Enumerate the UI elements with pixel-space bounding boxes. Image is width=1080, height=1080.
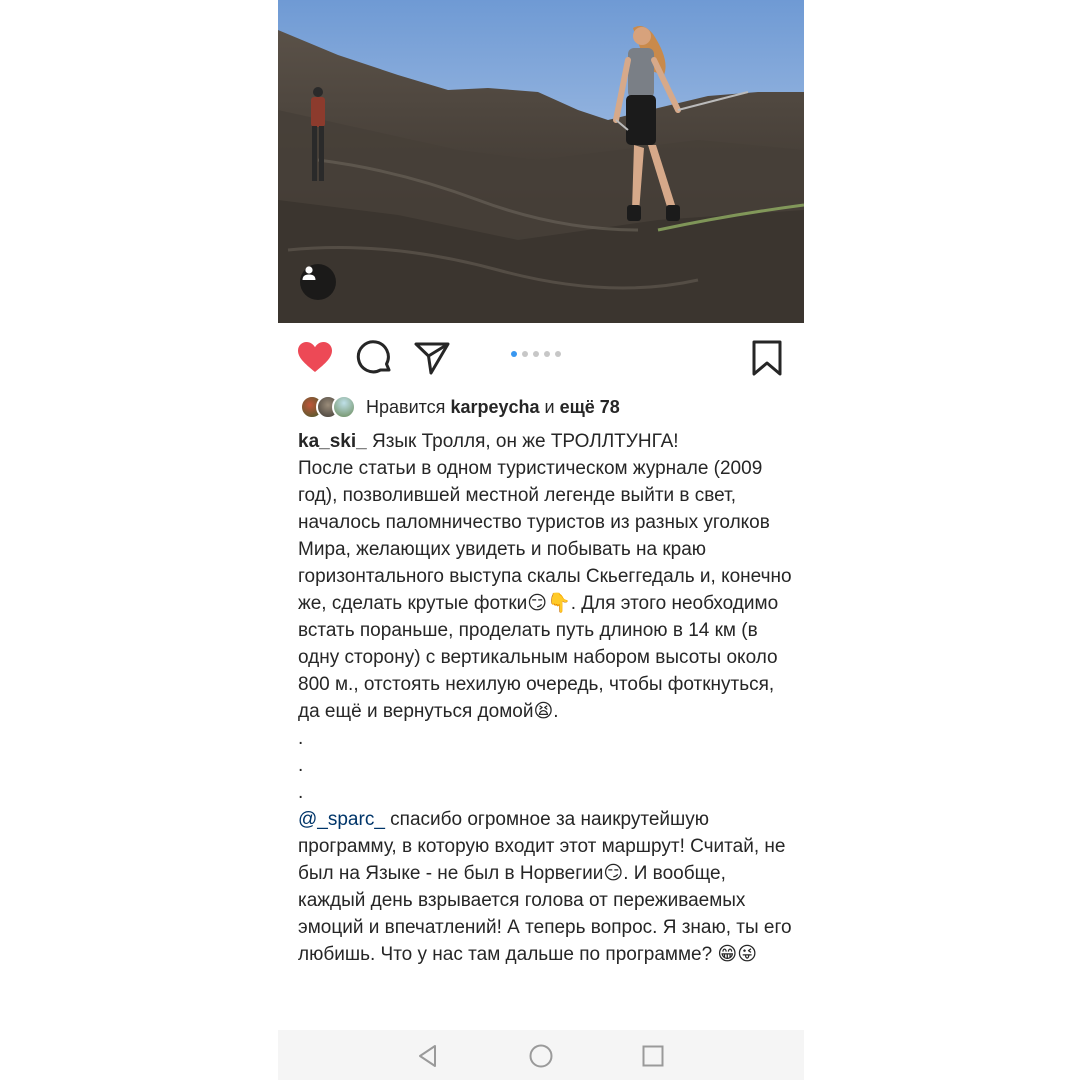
caption-paragraph-1: ka_ski_ Язык Тролля, он же ТРОЛЛТУНГА! П… [298, 428, 792, 806]
paper-plane-icon[interactable] [413, 339, 451, 377]
system-nav-bar [278, 1030, 804, 1080]
likes-count[interactable]: ещё 78 [560, 397, 620, 417]
caption-mention[interactable]: @_sparc_ [298, 809, 385, 830]
caption-username[interactable]: ka_ski_ [298, 431, 367, 452]
square-recents-icon[interactable] [640, 1043, 666, 1069]
likes-text: Нравится karpeycha и ещё 78 [366, 397, 620, 418]
circle-home-icon[interactable] [528, 1043, 554, 1069]
likes-connector: и [539, 396, 560, 417]
post-caption: ka_ski_ Язык Тролля, он же ТРОЛЛТУНГА! П… [298, 428, 792, 968]
avatar [332, 395, 356, 419]
carousel-dot [533, 351, 539, 357]
person-glyph-icon [302, 266, 316, 280]
liker-avatars [300, 395, 356, 419]
post-action-bar [278, 335, 804, 379]
comment-bubble-icon[interactable] [356, 339, 394, 377]
caption-paragraph-2: @_sparc_ спасибо огромное за наикрутейшу… [298, 806, 792, 968]
liker-username[interactable]: karpeycha [450, 397, 539, 417]
caption-text-1: Язык Тролля, он же ТРОЛЛТУНГА! После ста… [298, 431, 792, 803]
user-tag-icon[interactable] [300, 264, 336, 300]
carousel-dot [522, 351, 528, 357]
bookmark-icon[interactable] [748, 339, 786, 377]
likes-prefix: Нравится [366, 396, 451, 417]
likes-summary[interactable]: Нравится karpeycha и ещё 78 [300, 392, 790, 422]
carousel-dot [555, 351, 561, 357]
caption-text-2: спасибо огромное за наикрутейшую програм… [298, 809, 792, 965]
carousel-dot [511, 351, 517, 357]
carousel-indicator [511, 351, 561, 359]
carousel-dot [544, 351, 550, 357]
post-photo[interactable] [278, 0, 804, 323]
hiking-scene-illustration [278, 0, 804, 323]
triangle-back-icon[interactable] [415, 1043, 441, 1069]
heart-filled-icon[interactable] [296, 339, 334, 377]
instagram-post: Нравится karpeycha и ещё 78 ka_ski_ Язык… [278, 0, 804, 1080]
